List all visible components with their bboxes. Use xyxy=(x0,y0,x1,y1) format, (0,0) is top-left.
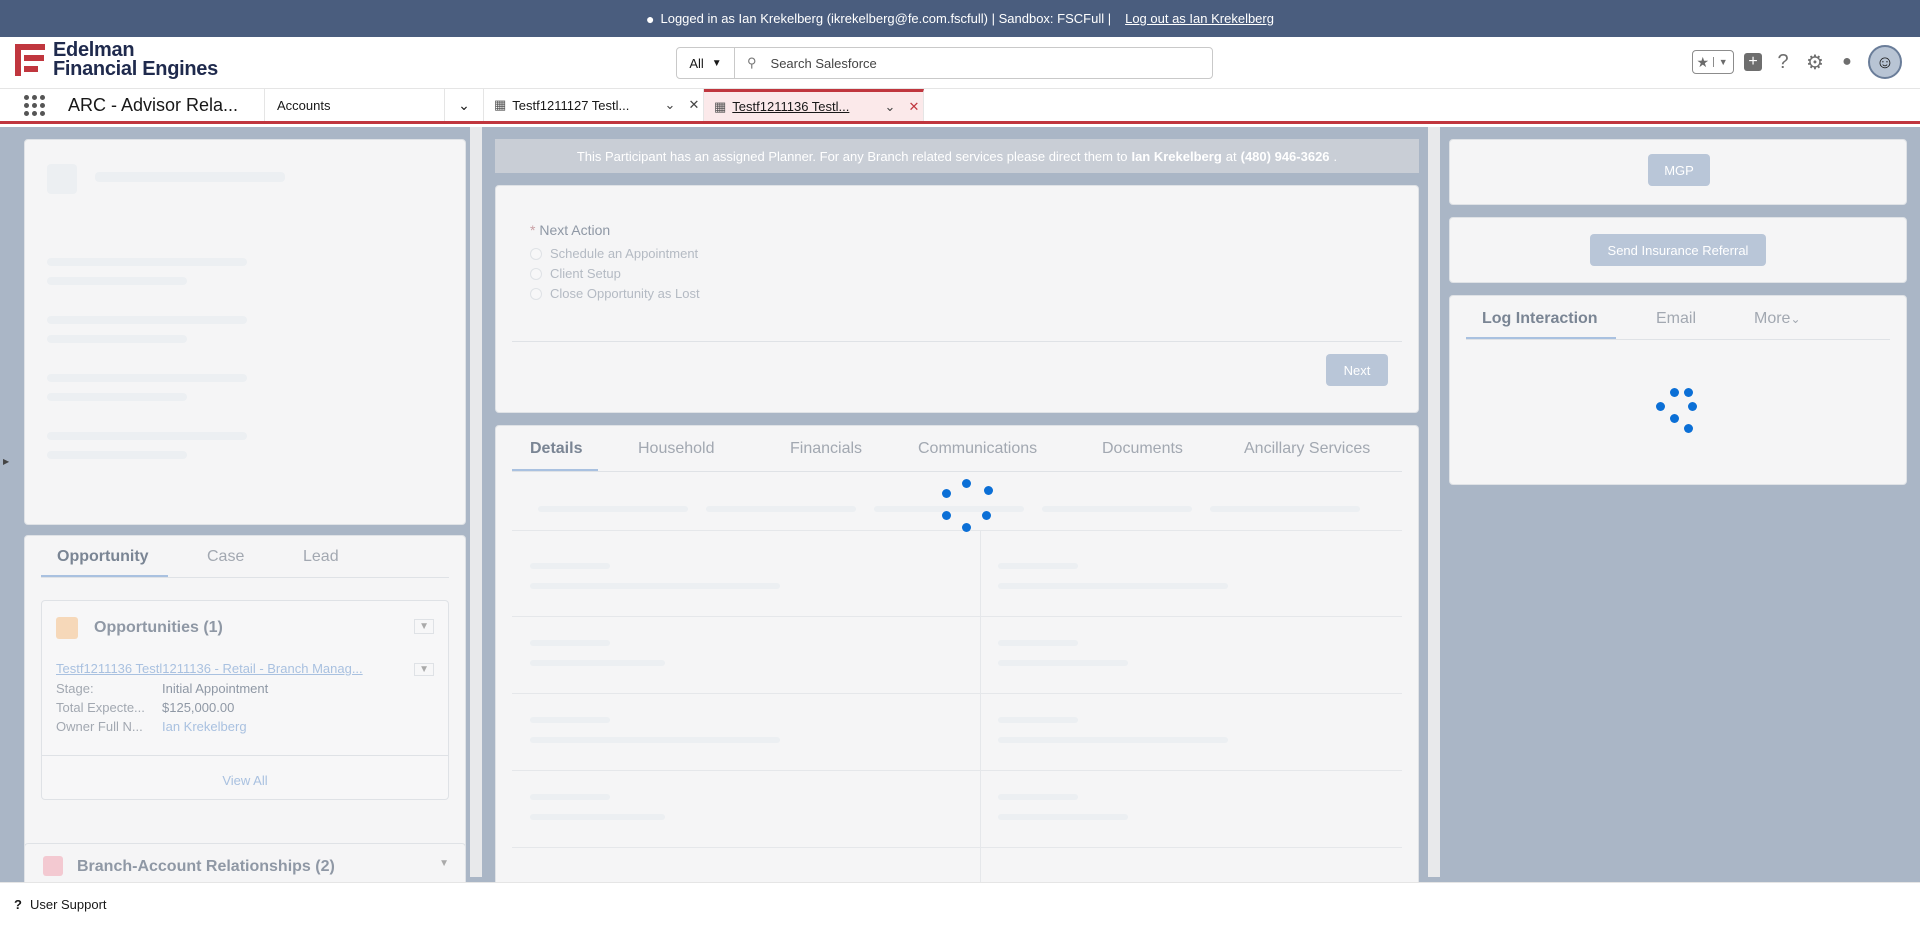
owner-link[interactable]: Ian Krekelberg xyxy=(162,719,247,734)
sandbox-banner: ● Logged in as Ian Krekelberg (ikrekelbe… xyxy=(0,0,1920,37)
mgp-card: MGP xyxy=(1449,139,1907,205)
tab-documents[interactable]: Documents xyxy=(1102,440,1183,458)
bell-icon[interactable]: ● xyxy=(1836,53,1858,71)
insurance-card: Send Insurance Referral xyxy=(1449,217,1907,283)
mgp-button[interactable]: MGP xyxy=(1648,154,1710,186)
dropdown-icon[interactable]: ▼ xyxy=(439,858,449,869)
close-icon[interactable]: ✕ xyxy=(905,99,923,115)
utility-bar: ? User Support xyxy=(0,882,1920,925)
row-action-icon[interactable]: ▼ xyxy=(414,663,434,676)
relationship-icon xyxy=(43,856,63,876)
opportunity-icon xyxy=(56,617,78,639)
dropdown-icon[interactable]: ▼ xyxy=(414,619,434,634)
tab-label: Testf1211136 Testl... xyxy=(732,99,850,114)
waffle-icon xyxy=(23,94,45,116)
nav-menu-chevron[interactable]: ⌄ xyxy=(444,89,484,121)
global-search[interactable]: All ▼ ⚲ Search Salesforce xyxy=(676,47,1213,79)
tab-menu-chevron-icon[interactable]: ⌄ xyxy=(881,99,899,115)
workspace-tab[interactable]: ▦ Testf1211127 Testl... ⌄ ✕ xyxy=(484,89,704,121)
logo-text: Edelman Financial Engines xyxy=(53,39,218,80)
field-label: Stage: xyxy=(56,681,94,696)
chevron-down-icon: ▼ xyxy=(1712,57,1734,67)
tab-financials[interactable]: Financials xyxy=(790,440,862,458)
left-scrollbar[interactable] xyxy=(470,127,482,877)
tab-opportunity[interactable]: Opportunity xyxy=(57,548,149,566)
radio-option[interactable]: Schedule an Appointment xyxy=(530,246,698,261)
tab-ancillary-services[interactable]: Ancillary Services xyxy=(1244,440,1370,458)
app-launcher[interactable] xyxy=(0,89,68,121)
account-icon: ▦ xyxy=(714,98,727,114)
user-avatar-icon: ☺ xyxy=(1875,51,1895,72)
user-icon: ● xyxy=(646,10,655,27)
activity-loading-spinner xyxy=(1656,388,1698,433)
middle-scrollbar[interactable] xyxy=(1428,127,1440,877)
radio-option[interactable]: Client Setup xyxy=(530,266,621,281)
record-page: ▶ Opportunity Case Lead Opportunities (1… xyxy=(0,127,1920,925)
tab-more[interactable]: More⌄ xyxy=(1754,310,1801,328)
radio-icon xyxy=(530,267,542,280)
logged-in-text: Logged in as Ian Krekelberg (ikrekelberg… xyxy=(660,11,1112,26)
chevron-down-icon: ⌄ xyxy=(1790,312,1801,326)
search-icon: ⚲ xyxy=(747,55,757,70)
panel-toggle-icon[interactable]: ▶ xyxy=(3,457,9,466)
help-icon[interactable]: ? xyxy=(1772,51,1794,74)
opportunities-related-list: Opportunities (1) ▼ Testf1211136 Testl12… xyxy=(41,600,449,800)
activity-card: Log Interaction Email More⌄ xyxy=(1449,295,1907,485)
tab-log-interaction[interactable]: Log Interaction xyxy=(1482,310,1598,328)
close-icon[interactable]: ✕ xyxy=(685,97,703,113)
tab-details[interactable]: Details xyxy=(530,440,582,458)
star-icon: ★ xyxy=(1696,53,1710,70)
account-icon: ▦ xyxy=(494,97,507,112)
avatar[interactable]: ☺ xyxy=(1868,45,1902,79)
highlights-card xyxy=(24,139,466,525)
logout-link[interactable]: Log out as Ian Krekelberg xyxy=(1125,11,1274,26)
opportunity-link[interactable]: Testf1211136 Testl1211136 - Retail - Bra… xyxy=(56,661,406,676)
loading-spinner xyxy=(938,479,994,535)
console-navbar: ARC - Advisor Rela... Accounts ⌄ ▦ Testf… xyxy=(0,89,1920,124)
workspace-tab-active[interactable]: ▦ Testf1211136 Testl... ⌄ ✕ xyxy=(704,89,924,121)
search-scope-select[interactable]: All ▼ xyxy=(677,48,735,78)
chevron-down-icon: ⌄ xyxy=(458,96,470,113)
planner-notice: This Participant has an assigned Planner… xyxy=(495,139,1419,173)
tab-menu-chevron-icon[interactable]: ⌄ xyxy=(661,97,679,113)
field-label: Owner Full N... xyxy=(56,719,143,734)
field-value: Initial Appointment xyxy=(162,681,269,696)
favorites-button[interactable]: ★ ▼ xyxy=(1692,50,1734,74)
radio-option[interactable]: Close Opportunity as Lost xyxy=(530,286,700,301)
related-list-title[interactable]: Branch-Account Relationships (2) xyxy=(77,858,335,876)
question-icon: ? xyxy=(14,896,22,912)
branch-relationships-card: Branch-Account Relationships (2) ▼ xyxy=(24,843,466,883)
header-icons: ★ ▼ + ? ⚙ ● ☺ xyxy=(1692,45,1902,79)
field-value: $125,000.00 xyxy=(162,700,235,715)
company-logo[interactable]: Edelman Financial Engines xyxy=(15,39,218,80)
search-input[interactable]: Search Salesforce xyxy=(771,56,877,71)
radio-icon xyxy=(530,287,542,300)
radio-icon xyxy=(530,247,542,260)
tab-lead[interactable]: Lead xyxy=(303,548,339,566)
field-label: Total Expecte... xyxy=(56,700,145,715)
tab-household[interactable]: Household xyxy=(638,440,715,458)
next-button[interactable]: Next xyxy=(1326,354,1388,386)
app-name: ARC - Advisor Rela... xyxy=(68,94,239,115)
send-insurance-referral-button[interactable]: Send Insurance Referral xyxy=(1590,234,1766,266)
tab-communications[interactable]: Communications xyxy=(918,440,1037,458)
view-all-link[interactable]: View All xyxy=(42,773,448,788)
edelman-logo-icon xyxy=(15,44,45,76)
caret-down-icon: ▼ xyxy=(711,57,722,69)
flow-card: * Next Action Schedule an Appointment Cl… xyxy=(495,185,1419,413)
tab-case[interactable]: Case xyxy=(207,548,244,566)
flow-question: Next Action xyxy=(539,222,611,238)
object-nav-select[interactable]: Accounts xyxy=(264,89,444,121)
gear-icon[interactable]: ⚙ xyxy=(1804,50,1826,75)
related-list-title[interactable]: Opportunities (1) xyxy=(94,619,223,637)
global-header: Edelman Financial Engines All ▼ ⚲ Search… xyxy=(0,37,1920,89)
tab-label: Testf1211127 Testl... xyxy=(512,97,630,113)
tab-email[interactable]: Email xyxy=(1656,310,1696,328)
user-support-button[interactable]: User Support xyxy=(30,897,107,912)
add-icon[interactable]: + xyxy=(1744,53,1762,71)
